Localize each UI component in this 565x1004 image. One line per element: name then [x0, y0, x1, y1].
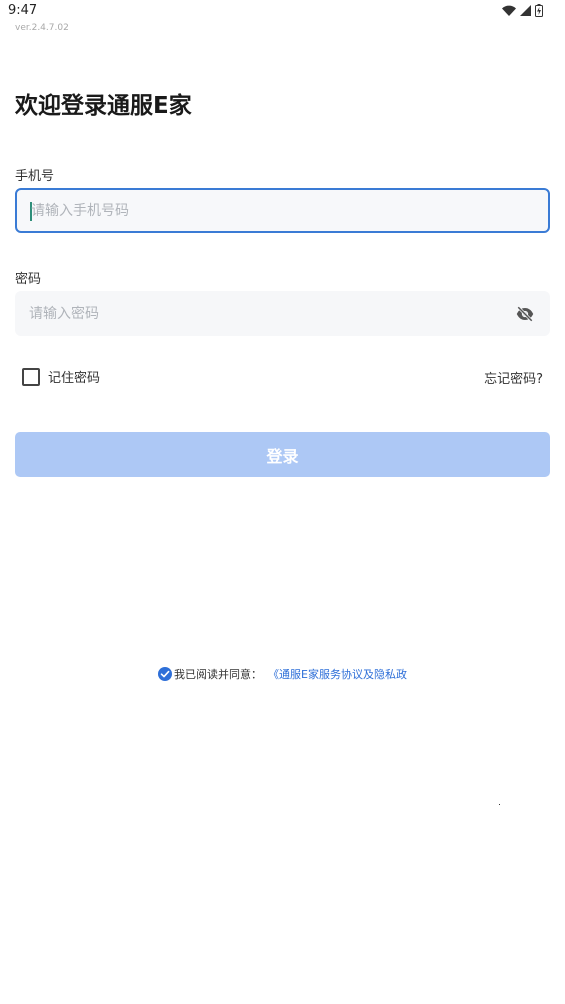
status-icons [502, 4, 543, 17]
eye-off-icon[interactable] [516, 305, 534, 323]
wifi-icon [502, 5, 516, 16]
password-input[interactable] [29, 291, 489, 336]
remember-password[interactable]: 记住密码 [22, 367, 100, 386]
remember-checkbox-icon[interactable] [22, 367, 40, 386]
forgot-password-link[interactable]: 忘记密码? [484, 368, 543, 387]
phone-input-container[interactable] [15, 188, 550, 233]
password-input-container[interactable] [15, 291, 550, 336]
page-title: 欢迎登录通服E家 [15, 93, 192, 119]
login-button[interactable]: 登录 [15, 432, 550, 477]
check-circle-icon[interactable] [158, 667, 172, 681]
agreement-link[interactable]: 《通服E家服务协议及隐私政 [268, 666, 407, 682]
phone-input[interactable] [31, 190, 491, 231]
signal-icon [520, 5, 531, 16]
status-time: 9:47 [8, 3, 38, 18]
remember-label: 记住密码 [48, 371, 101, 386]
password-label: 密码 [15, 272, 42, 287]
phone-label: 手机号 [15, 169, 55, 184]
agreement-text: 我已阅读并同意： [174, 668, 262, 681]
battery-icon [535, 4, 543, 17]
agreement: 我已阅读并同意： 《通服E家服务协议及隐私政 [158, 666, 407, 682]
app-version: ver.2.4.7.02 [15, 23, 69, 33]
status-bar: 9:47 [0, 0, 565, 24]
artifact-dot [499, 804, 500, 805]
